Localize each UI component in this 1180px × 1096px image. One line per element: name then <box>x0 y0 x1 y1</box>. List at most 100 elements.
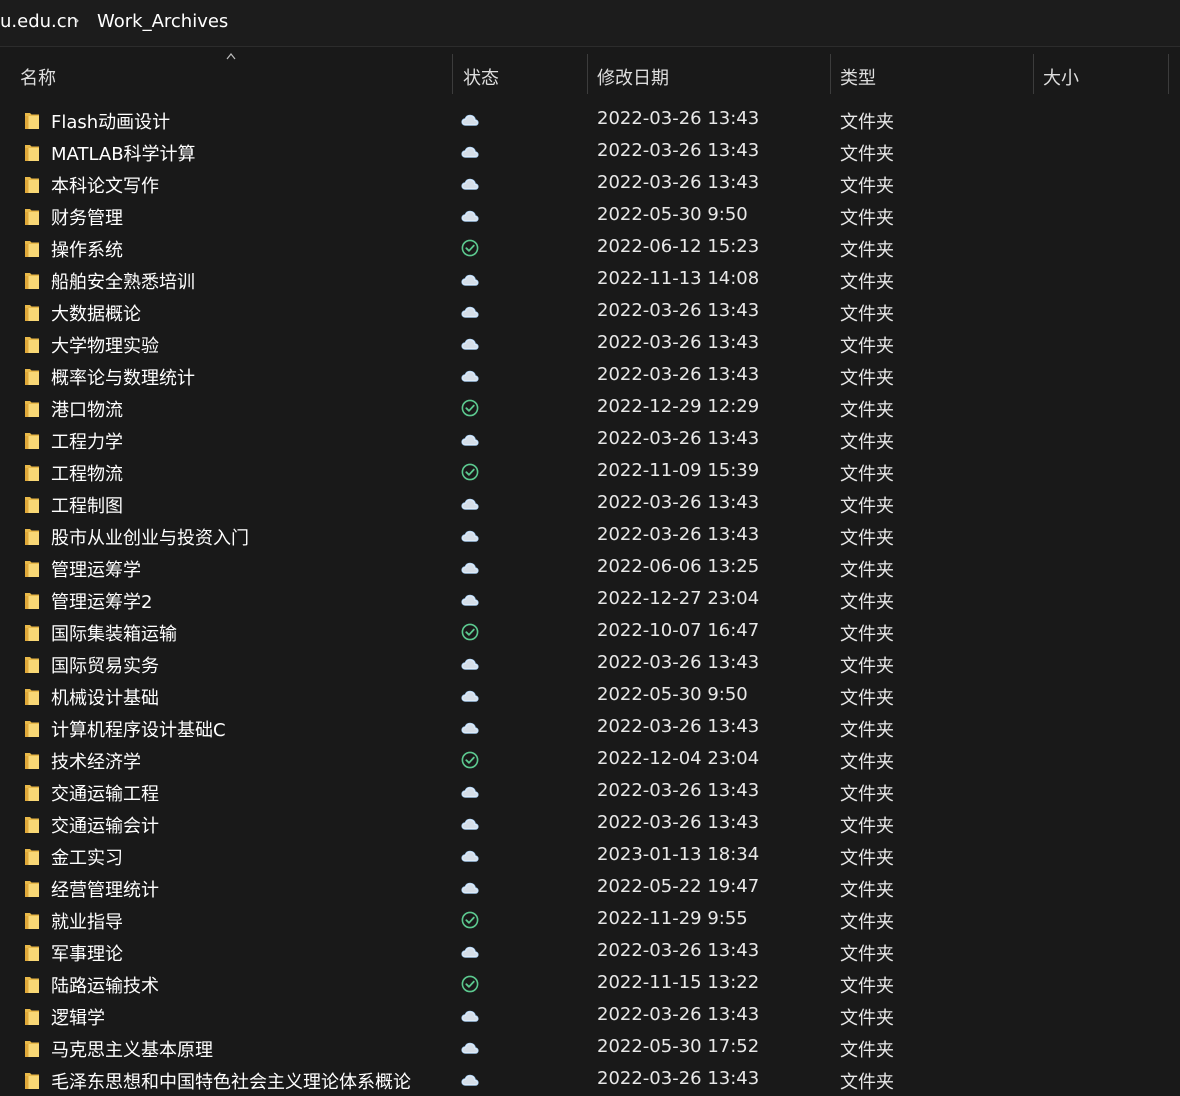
file-row[interactable]: 工程力学 2022-03-26 13:43 文件夹 <box>0 424 1180 456</box>
breadcrumb-current-folder[interactable]: Work_Archives <box>97 11 228 32</box>
folder-icon <box>25 913 39 929</box>
file-name[interactable]: 陆路运输技术 <box>51 972 159 998</box>
column-resize-handle[interactable] <box>587 54 588 94</box>
cloud-icon <box>461 1042 479 1054</box>
file-row[interactable]: 逻辑学 2022-03-26 13:43 文件夹 <box>0 1000 1180 1032</box>
column-resize-handle[interactable] <box>1168 54 1169 94</box>
file-name[interactable]: 工程物流 <box>51 460 123 486</box>
breadcrumb-parent[interactable]: u.edu.cn <box>0 11 78 32</box>
file-row[interactable]: 毛泽东思想和中国特色社会主义理论体系概论 2022-03-26 13:43 文件… <box>0 1064 1180 1096</box>
file-row[interactable]: 财务管理 2022-05-30 9:50 文件夹 <box>0 200 1180 232</box>
file-row[interactable]: 国际贸易实务 2022-03-26 13:43 文件夹 <box>0 648 1180 680</box>
file-row[interactable]: 陆路运输技术 2022-11-15 13:22 文件夹 <box>0 968 1180 1000</box>
file-row[interactable]: 金工实习 2023-01-13 18:34 文件夹 <box>0 840 1180 872</box>
file-name[interactable]: 大学物理实验 <box>51 332 159 358</box>
folder-icon <box>25 753 39 769</box>
item-type: 文件夹 <box>840 912 894 933</box>
file-name[interactable]: MATLAB科学计算 <box>51 140 196 166</box>
column-resize-handle[interactable] <box>452 54 453 94</box>
modified-date: 2022-05-30 17:52 <box>597 1036 760 1057</box>
column-header-status[interactable]: 状态 <box>463 64 499 90</box>
file-row[interactable]: MATLAB科学计算 2022-03-26 13:43 文件夹 <box>0 136 1180 168</box>
file-row[interactable]: 国际集装箱运输 2022-10-07 16:47 文件夹 <box>0 616 1180 648</box>
file-name[interactable]: 工程力学 <box>51 428 123 454</box>
file-name[interactable]: 技术经济学 <box>51 748 141 774</box>
column-resize-handle[interactable] <box>1033 54 1034 94</box>
modified-date: 2022-11-09 15:39 <box>597 460 760 481</box>
file-row[interactable]: 港口物流 2022-12-29 12:29 文件夹 <box>0 392 1180 424</box>
file-row[interactable]: 计算机程序设计基础C 2022-03-26 13:43 文件夹 <box>0 712 1180 744</box>
file-row[interactable]: 船舶安全熟悉培训 2022-11-13 14:08 文件夹 <box>0 264 1180 296</box>
file-name[interactable]: 财务管理 <box>51 204 123 230</box>
file-row[interactable]: 工程物流 2022-11-09 15:39 文件夹 <box>0 456 1180 488</box>
file-name[interactable]: 马克思主义基本原理 <box>51 1036 213 1062</box>
folder-icon <box>25 401 39 417</box>
file-name[interactable]: 港口物流 <box>51 396 123 422</box>
file-row[interactable]: 大学物理实验 2022-03-26 13:43 文件夹 <box>0 328 1180 360</box>
address-bar[interactable]: u.edu.cn › Work_Archives <box>0 0 1180 47</box>
file-name[interactable]: 金工实习 <box>51 844 123 870</box>
file-row[interactable]: 本科论文写作 2022-03-26 13:43 文件夹 <box>0 168 1180 200</box>
column-header-modified[interactable]: 修改日期 <box>597 64 669 90</box>
file-name[interactable]: 管理运筹学 <box>51 556 141 582</box>
file-name[interactable]: 逻辑学 <box>51 1004 105 1030</box>
file-name[interactable]: 本科论文写作 <box>51 172 159 198</box>
file-row[interactable]: 工程制图 2022-03-26 13:43 文件夹 <box>0 488 1180 520</box>
cloud-icon <box>461 1010 479 1022</box>
file-name[interactable]: 国际贸易实务 <box>51 652 159 678</box>
column-header-size[interactable]: 大小 <box>1043 64 1079 90</box>
file-row[interactable]: 马克思主义基本原理 2022-05-30 17:52 文件夹 <box>0 1032 1180 1064</box>
modified-date: 2022-06-06 13:25 <box>597 556 760 577</box>
file-row[interactable]: 就业指导 2022-11-29 9:55 文件夹 <box>0 904 1180 936</box>
file-name[interactable]: 国际集装箱运输 <box>51 620 177 646</box>
file-row[interactable]: 机械设计基础 2022-05-30 9:50 文件夹 <box>0 680 1180 712</box>
file-name[interactable]: 计算机程序设计基础C <box>51 716 226 742</box>
column-resize-handle[interactable] <box>830 54 831 94</box>
modified-date: 2022-03-26 13:43 <box>597 652 760 673</box>
file-row[interactable]: Flash动画设计 2022-03-26 13:43 文件夹 <box>0 104 1180 136</box>
file-row[interactable]: 管理运筹学 2022-06-06 13:25 文件夹 <box>0 552 1180 584</box>
file-name[interactable]: 工程制图 <box>51 492 123 518</box>
folder-icon <box>25 945 39 961</box>
cloud-icon <box>461 1074 479 1086</box>
file-row[interactable]: 操作系统 2022-06-12 15:23 文件夹 <box>0 232 1180 264</box>
file-row[interactable]: 管理运筹学2 2022-12-27 23:04 文件夹 <box>0 584 1180 616</box>
file-name[interactable]: 操作系统 <box>51 236 123 262</box>
file-name[interactable]: 经营管理统计 <box>51 876 159 902</box>
file-row[interactable]: 股市从业创业与投资入门 2022-03-26 13:43 文件夹 <box>0 520 1180 552</box>
file-name[interactable]: 机械设计基础 <box>51 684 159 710</box>
folder-icon <box>25 209 39 225</box>
file-name[interactable]: 毛泽东思想和中国特色社会主义理论体系概论 <box>51 1068 411 1094</box>
folder-icon <box>25 337 39 353</box>
cloud-icon <box>461 690 479 702</box>
file-row[interactable]: 经营管理统计 2022-05-22 19:47 文件夹 <box>0 872 1180 904</box>
file-row[interactable]: 技术经济学 2022-12-04 23:04 文件夹 <box>0 744 1180 776</box>
column-header-name[interactable]: 名称 <box>20 64 56 90</box>
file-name[interactable]: 船舶安全熟悉培训 <box>51 268 195 294</box>
modified-date: 2022-03-26 13:43 <box>597 172 760 193</box>
cloud-icon <box>461 594 479 606</box>
item-type: 文件夹 <box>840 944 894 965</box>
folder-icon <box>25 1041 39 1057</box>
file-row[interactable]: 交通运输工程 2022-03-26 13:43 文件夹 <box>0 776 1180 808</box>
file-name[interactable]: Flash动画设计 <box>51 108 170 134</box>
file-name[interactable]: 军事理论 <box>51 940 123 966</box>
file-row[interactable]: 交通运输会计 2022-03-26 13:43 文件夹 <box>0 808 1180 840</box>
modified-date: 2022-03-26 13:43 <box>597 524 760 545</box>
file-name[interactable]: 交通运输会计 <box>51 812 159 838</box>
file-name[interactable]: 概率论与数理统计 <box>51 364 195 390</box>
item-type: 文件夹 <box>840 592 894 613</box>
file-name[interactable]: 就业指导 <box>51 908 123 934</box>
modified-date: 2022-03-26 13:43 <box>597 940 760 961</box>
folder-icon <box>25 1073 39 1089</box>
file-name[interactable]: 大数据概论 <box>51 300 141 326</box>
folder-icon <box>25 689 39 705</box>
file-name[interactable]: 管理运筹学2 <box>51 588 152 614</box>
file-name[interactable]: 股市从业创业与投资入门 <box>51 524 249 550</box>
file-name[interactable]: 交通运输工程 <box>51 780 159 806</box>
file-row[interactable]: 大数据概论 2022-03-26 13:43 文件夹 <box>0 296 1180 328</box>
file-row[interactable]: 军事理论 2022-03-26 13:43 文件夹 <box>0 936 1180 968</box>
file-row[interactable]: 概率论与数理统计 2022-03-26 13:43 文件夹 <box>0 360 1180 392</box>
column-header-type[interactable]: 类型 <box>840 64 876 90</box>
chevron-right-icon[interactable]: › <box>74 13 80 29</box>
